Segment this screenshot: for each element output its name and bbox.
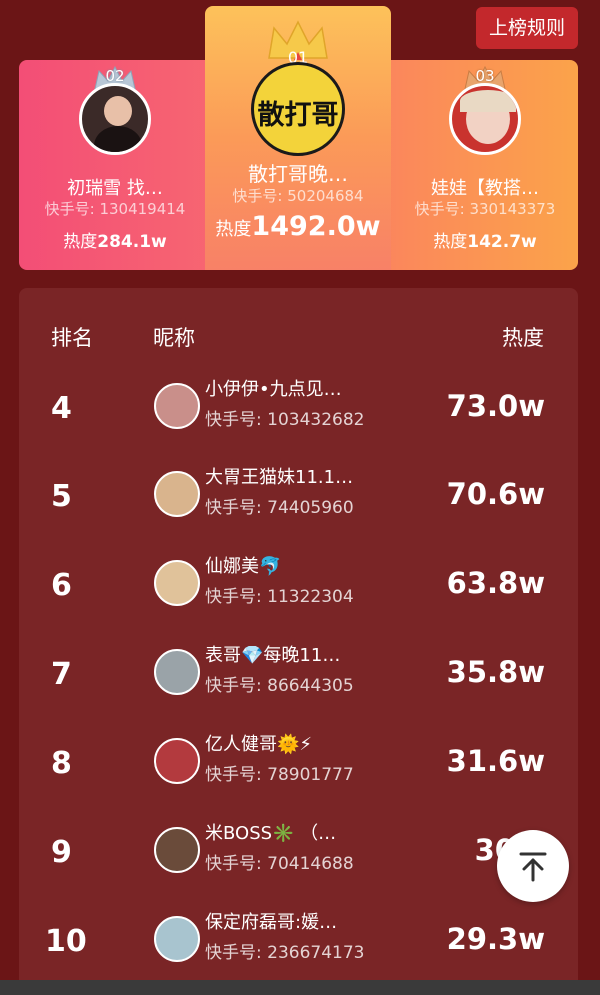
avatar — [154, 649, 200, 695]
table-row[interactable]: 6 仙娜美🐬 快手号: 11322304 63.8w — [19, 544, 578, 632]
table-row[interactable]: 10 保定府磊哥:媛… 快手号: 236674173 29.3w — [19, 900, 578, 988]
row-name: 亿人健哥🌞⚡ — [205, 734, 313, 755]
row-heat: 70.6w — [446, 477, 545, 511]
row-name: 仙娜美🐬 — [205, 556, 282, 577]
row-uid: 快手号: 74405960 — [205, 498, 354, 518]
row-uid: 快手号: 86644305 — [205, 676, 354, 696]
header-nickname: 昵称 — [153, 326, 195, 350]
podium-uid: 快手号: 130419414 — [44, 200, 186, 218]
row-uid: 快手号: 70414688 — [205, 854, 354, 874]
podium-heat: 热度284.1w — [40, 227, 190, 252]
row-heat: 63.8w — [446, 566, 545, 600]
row-heat: 35.8w — [446, 655, 545, 689]
header-heat: 热度 — [502, 326, 544, 350]
row-heat: 29.3w — [446, 922, 545, 956]
table-row[interactable]: 5 大胃王猫妹11.1… 快手号: 74405960 70.6w — [19, 455, 578, 543]
podium-name: 散打哥晚… — [248, 162, 348, 186]
row-uid: 快手号: 103432682 — [205, 410, 365, 430]
row-name: 大胃王猫妹11.1… — [205, 467, 354, 488]
row-name: 表哥💎每晚11… — [205, 645, 341, 666]
avatar — [79, 83, 151, 155]
row-rank: 6 — [51, 568, 72, 603]
row-uid: 快手号: 11322304 — [205, 587, 354, 607]
heat-value: 1492.0w — [251, 211, 381, 242]
bottom-bar — [0, 980, 600, 995]
heat-value: 284.1w — [97, 232, 167, 252]
avatar — [154, 383, 200, 429]
row-rank: 9 — [51, 835, 72, 870]
table-row[interactable]: 7 表哥💎每晚11… 快手号: 86644305 35.8w — [19, 633, 578, 721]
table-row[interactable]: 9 米BOSS✳️ （… 快手号: 70414688 30 — [19, 811, 578, 899]
row-rank: 7 — [51, 657, 72, 692]
podium-uid: 快手号: 50204684 — [232, 187, 364, 205]
row-heat: 31.6w — [446, 744, 545, 778]
podium-name: 娃娃【教搭… — [431, 178, 539, 199]
podium-name: 初瑞雪 找… — [67, 178, 163, 199]
rank-badge: 03 — [475, 67, 495, 85]
heat-label: 热度 — [63, 232, 98, 252]
table-row[interactable]: 8 亿人健哥🌞⚡ 快手号: 78901777 31.6w — [19, 722, 578, 810]
avatar — [154, 827, 200, 873]
heat-value: 142.7w — [467, 232, 537, 252]
row-rank: 8 — [51, 746, 72, 781]
avatar — [154, 738, 200, 784]
avatar — [154, 471, 200, 517]
back-to-top-button[interactable] — [497, 830, 569, 902]
avatar — [449, 83, 521, 155]
table-row[interactable]: 4 小伊伊•九点见… 快手号: 103432682 73.0w — [19, 367, 578, 455]
podium-heat: 热度142.7w — [405, 227, 565, 252]
heat-label: 热度 — [433, 232, 468, 252]
rank-badge: 02 — [105, 67, 125, 85]
row-uid: 快手号: 78901777 — [205, 765, 354, 785]
row-uid: 快手号: 236674173 — [205, 943, 365, 963]
row-name: 米BOSS✳️ （… — [205, 823, 337, 844]
avatar — [154, 560, 200, 606]
avatar: 散打哥 — [251, 62, 345, 156]
row-name: 小伊伊•九点见… — [205, 379, 342, 400]
heat-label: 热度 — [215, 219, 252, 240]
podium-heat: 热度1492.0w — [205, 211, 391, 242]
arrow-up-to-top-icon — [519, 852, 547, 882]
row-rank: 10 — [45, 924, 87, 959]
avatar — [154, 916, 200, 962]
row-name: 保定府磊哥:媛… — [205, 912, 338, 933]
row-heat: 73.0w — [446, 389, 545, 423]
rules-button[interactable]: 上榜规则 — [476, 7, 578, 49]
header-rank: 排名 — [51, 326, 93, 350]
podium-uid: 快手号: 330143373 — [414, 200, 556, 218]
row-rank: 4 — [51, 391, 72, 426]
row-rank: 5 — [51, 479, 72, 514]
avatar-logo-text: 散打哥 — [257, 100, 339, 131]
